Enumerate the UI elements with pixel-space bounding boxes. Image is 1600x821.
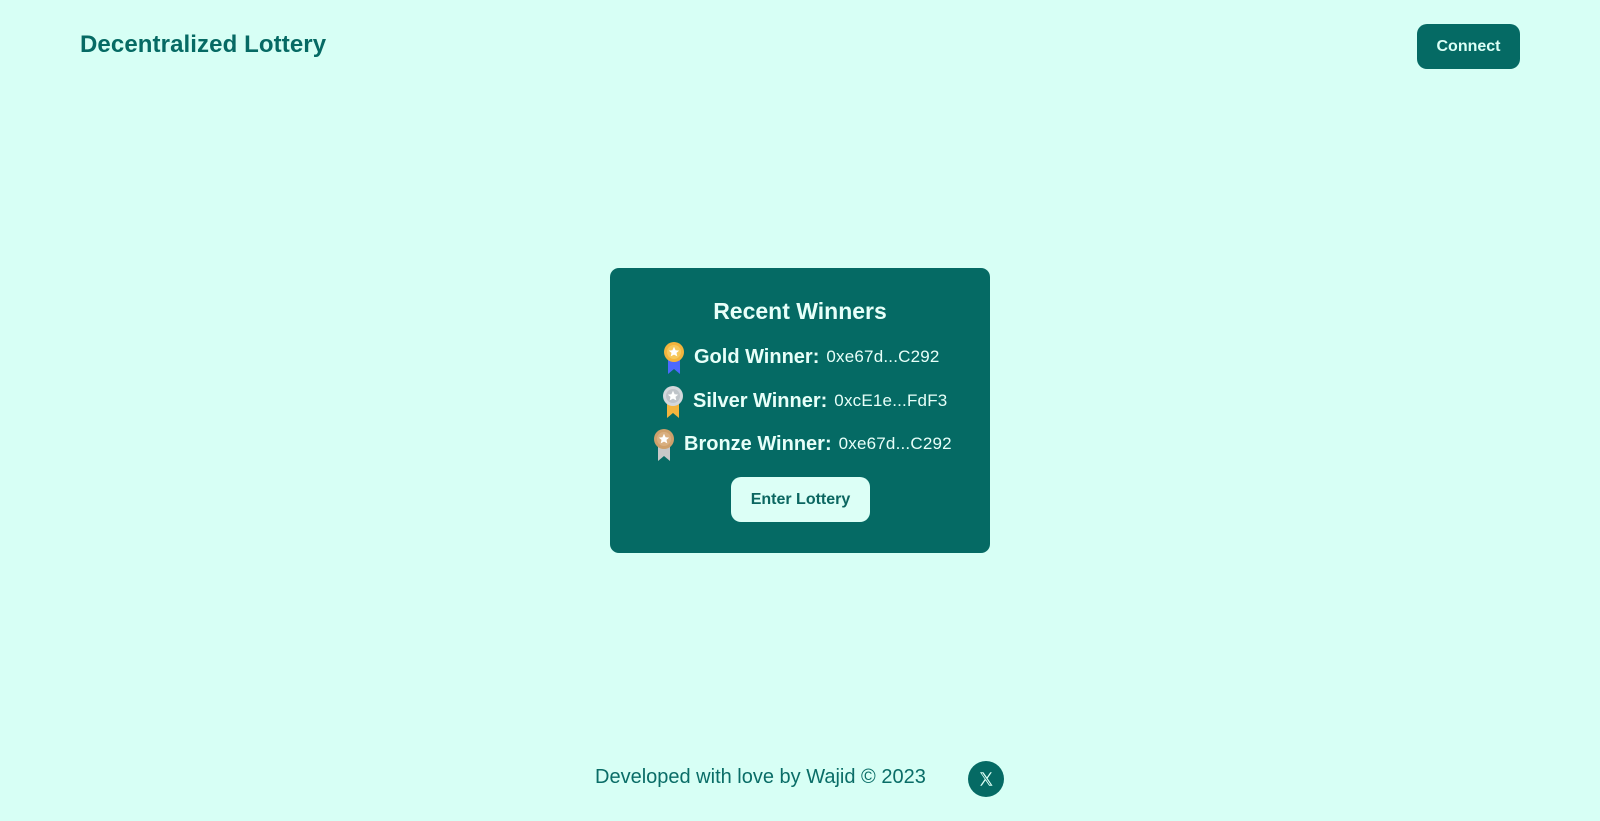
footer-credit: Developed with love by Wajid © 2023 [595, 766, 926, 788]
silver-winner-address: 0xcE1e...FdF3 [834, 391, 948, 410]
silver-winner-row: Silver Winner: 0xcE1e...FdF3 [659, 384, 947, 418]
silver-winner-label: Silver Winner: [693, 389, 828, 412]
recent-winners-title: Recent Winners [713, 298, 887, 324]
silver-medal-icon [663, 386, 683, 418]
gold-winner-row: Gold Winner: 0xe67d...C292 [660, 340, 940, 374]
gold-medal-icon [664, 342, 684, 374]
gold-winner-label: Gold Winner: [694, 345, 820, 368]
x-twitter-link[interactable] [968, 761, 1004, 797]
bronze-winner-row: Bronze Winner: 0xe67d...C292 [650, 427, 952, 461]
bronze-medal-icon [654, 429, 674, 461]
app-title: Decentralized Lottery [80, 31, 327, 58]
bronze-winner-address: 0xe67d...C292 [838, 434, 952, 453]
connect-button[interactable]: Connect [1417, 24, 1520, 69]
x-twitter-icon [980, 772, 993, 786]
gold-winner-address: 0xe67d...C292 [826, 347, 940, 366]
bronze-winner-label: Bronze Winner: [684, 432, 832, 455]
recent-winners-card: Recent Winners Gold Winner: 0xe67d...C29… [610, 268, 990, 553]
enter-lottery-button[interactable]: Enter Lottery [731, 477, 870, 522]
